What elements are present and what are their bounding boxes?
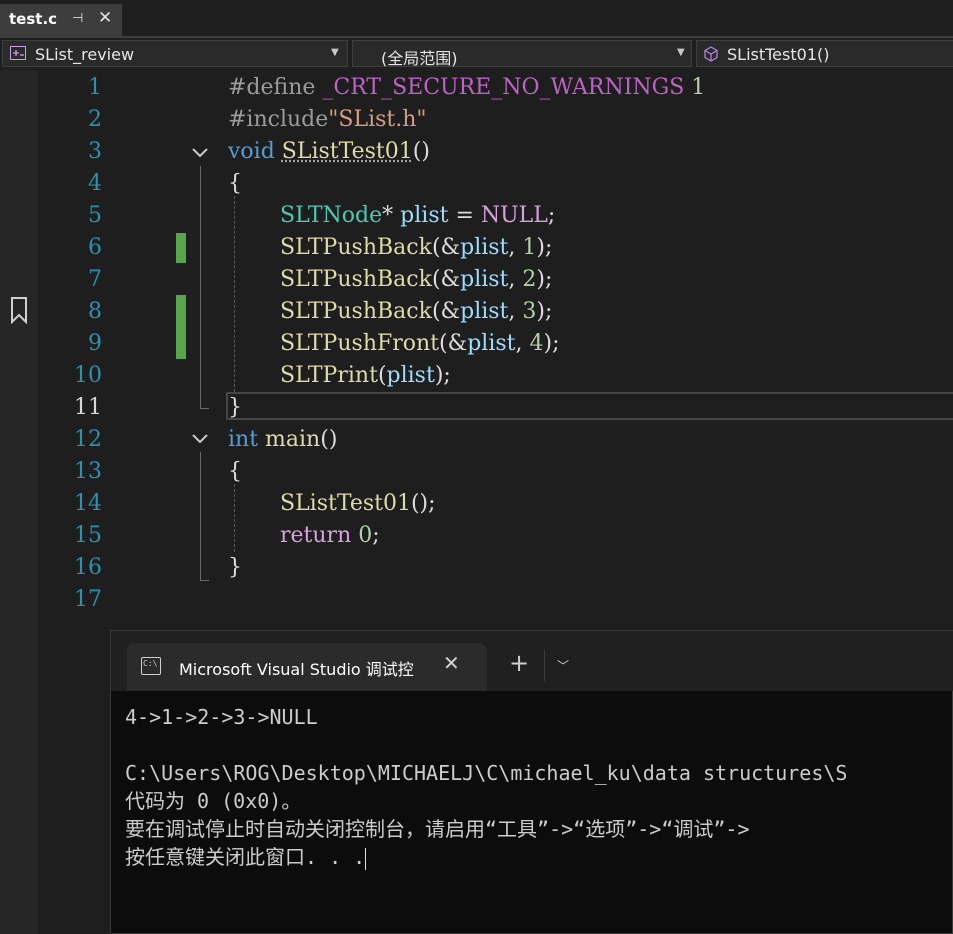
- text-cursor: [365, 848, 366, 870]
- indent-guide: [234, 484, 235, 552]
- code-line-14[interactable]: SListTest01();: [280, 488, 436, 520]
- bookmark-icon[interactable]: [10, 296, 28, 324]
- line-number: 14: [40, 491, 102, 516]
- console-line: 按任意键关闭此窗口. . .: [125, 845, 365, 869]
- document-tab-strip: test.c ⊣ ✕: [0, 0, 953, 38]
- member-name: SListTest01(): [727, 45, 829, 64]
- fold-region-line: [200, 452, 201, 580]
- chevron-down-icon: ▼: [331, 47, 339, 58]
- indent-guide: [234, 196, 235, 392]
- scope-dropdown[interactable]: (全局范围) ▼: [352, 40, 692, 67]
- line-number: 9: [40, 331, 102, 356]
- close-icon[interactable]: ✕: [443, 651, 460, 675]
- fold-region-line: [200, 166, 201, 408]
- current-line-highlight: [226, 392, 953, 420]
- scope-label: (全局范围): [381, 45, 458, 69]
- change-marker: [176, 295, 186, 359]
- line-number: 13: [40, 459, 102, 484]
- code-line-7[interactable]: SLTPushBack(&plist, 2);: [280, 264, 552, 296]
- close-icon[interactable]: ✕: [98, 8, 112, 28]
- fold-chevron-icon[interactable]: [190, 432, 210, 446]
- code-line-2[interactable]: #include"SList.h": [228, 104, 427, 136]
- code-line-16[interactable]: }: [228, 552, 242, 584]
- code-line-6[interactable]: SLTPushBack(&plist, 1);: [280, 232, 552, 264]
- line-number: 7: [40, 267, 102, 292]
- project-icon: [10, 46, 26, 60]
- navigation-bar: SList_review ▼ (全局范围) ▼ SListTest01(): [0, 38, 953, 70]
- console-line: 代码为 0 (0x0)。: [125, 787, 847, 815]
- line-number: 4: [40, 171, 102, 196]
- change-marker: [176, 233, 186, 263]
- code-line-9[interactable]: SLTPushFront(&plist, 4);: [280, 328, 560, 360]
- console-tab[interactable]: C:\ Microsoft Visual Studio 调试控 ✕: [127, 643, 487, 691]
- line-number: 15: [40, 523, 102, 548]
- line-number: 1: [40, 75, 102, 100]
- code-line-1[interactable]: #define _CRT_SECURE_NO_WARNINGS 1: [228, 72, 705, 104]
- document-tab[interactable]: test.c ⊣ ✕: [0, 4, 122, 36]
- code-line-4[interactable]: {: [228, 168, 242, 200]
- debug-console-window[interactable]: C:\ Microsoft Visual Studio 调试控 ✕ + ﹀ 4-…: [110, 630, 953, 934]
- console-line: C:\Users\ROG\Desktop\MICHAELJ\C\michael_…: [125, 759, 847, 787]
- fold-chevron-icon[interactable]: [190, 146, 210, 160]
- line-number: 5: [40, 203, 102, 228]
- console-titlebar[interactable]: C:\ Microsoft Visual Studio 调试控 ✕ + ﹀: [111, 631, 953, 691]
- glyph-margin[interactable]: [0, 70, 38, 934]
- line-number: 3: [40, 139, 102, 164]
- code-line-8[interactable]: SLTPushBack(&plist, 3);: [280, 296, 552, 328]
- chevron-down-icon[interactable]: ﹀: [557, 657, 569, 674]
- project-dropdown[interactable]: SList_review ▼: [2, 40, 348, 67]
- line-number: 2: [40, 107, 102, 132]
- code-line-12[interactable]: int main(): [228, 424, 337, 456]
- console-line: 要在调试停止时自动关闭控制台，请启用“工具”->“选项”->“调试”->: [125, 815, 847, 843]
- code-line-3[interactable]: void SListTest01(): [228, 136, 430, 168]
- method-icon: [703, 46, 719, 62]
- line-number: 6: [40, 235, 102, 260]
- code-line-5[interactable]: SLTNode* plist = NULL;: [280, 200, 555, 232]
- new-tab-button[interactable]: +: [509, 651, 529, 675]
- code-line-11[interactable]: }: [228, 392, 242, 424]
- current-line-number: 11: [40, 395, 102, 420]
- line-number: 10: [40, 363, 102, 388]
- member-dropdown[interactable]: SListTest01(): [696, 40, 953, 67]
- document-tab-label: test.c: [9, 10, 57, 28]
- console-tab-title: Microsoft Visual Studio 调试控: [179, 656, 429, 680]
- pin-icon[interactable]: ⊣: [72, 11, 83, 26]
- chevron-down-icon: ▼: [677, 47, 685, 58]
- line-number: 12: [40, 427, 102, 452]
- console-line: 4->1->2->3->NULL: [125, 703, 847, 731]
- line-number: 16: [40, 555, 102, 580]
- divider: [544, 649, 545, 681]
- console-line: [125, 731, 847, 759]
- fold-region-end: [200, 580, 209, 581]
- code-line-15[interactable]: return 0;: [280, 520, 380, 552]
- code-line-13[interactable]: {: [228, 456, 242, 488]
- line-number: 17: [40, 587, 102, 612]
- console-output[interactable]: 4->1->2->3->NULL C:\Users\ROG\Desktop\MIC…: [125, 703, 847, 871]
- fold-region-end: [200, 408, 209, 409]
- terminal-icon: C:\: [141, 657, 161, 675]
- code-line-10[interactable]: SLTPrint(plist);: [280, 360, 451, 392]
- project-name: SList_review: [35, 45, 134, 64]
- line-number: 8: [40, 299, 102, 324]
